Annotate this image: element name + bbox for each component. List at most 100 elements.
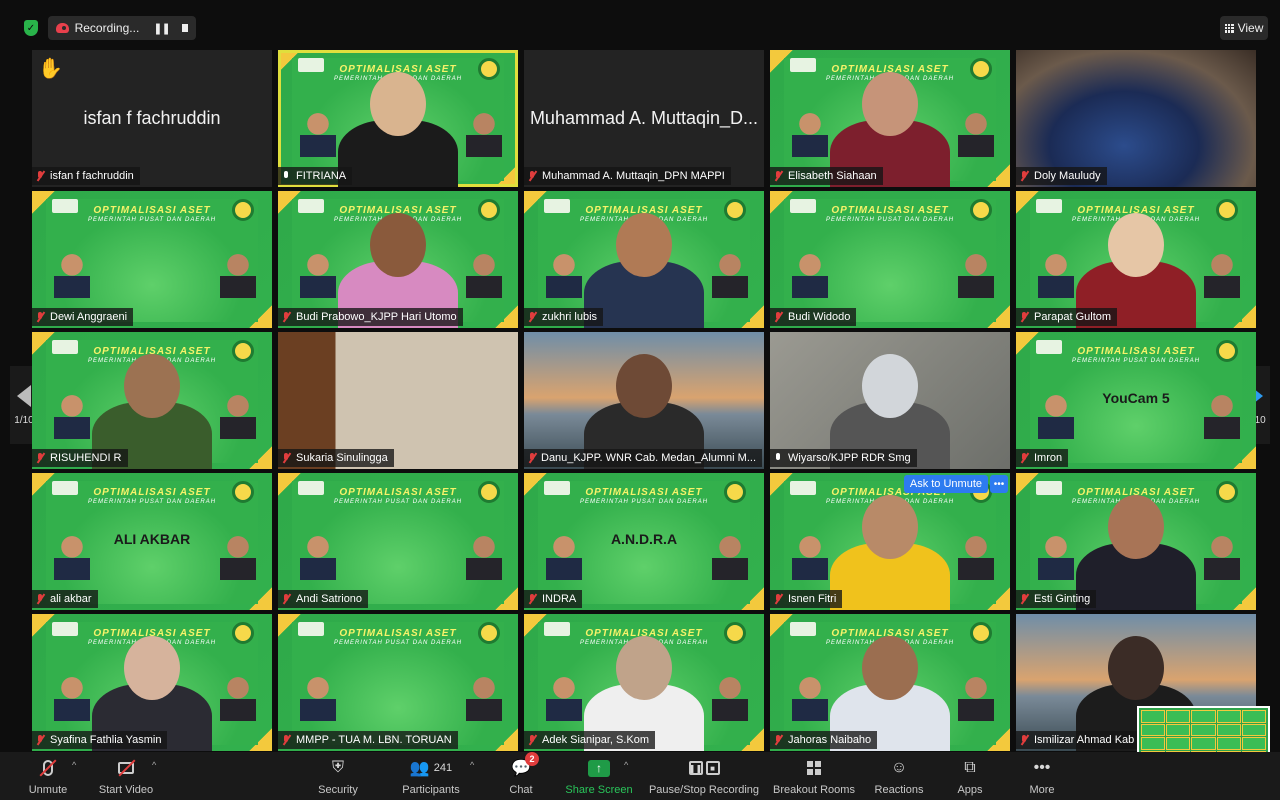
unmute-button[interactable]: Unmute xyxy=(22,756,74,800)
reactions-label: Reactions xyxy=(874,784,924,796)
video-tile[interactable]: OPTIMALISASI ASETPEMERINTAH PUSAT DAN DA… xyxy=(278,191,518,328)
video-tile[interactable]: OPTIMALISASI ASETPEMERINTAH PUSAT DAN DA… xyxy=(770,473,1010,610)
more-label: More xyxy=(1029,784,1055,796)
participant-name-tag: Doly Mauludy xyxy=(1016,167,1107,185)
grid-view-icon xyxy=(1224,23,1234,33)
slide-speaker-photo xyxy=(466,111,502,157)
video-tile[interactable]: OPTIMALISASI ASETPEMERINTAH PUSAT DAN DA… xyxy=(524,473,764,610)
video-tile[interactable]: OPTIMALISASI ASETPEMERINTAH PUSAT DAN DA… xyxy=(524,614,764,751)
recording-indicator[interactable]: Recording... ❚❚ xyxy=(48,16,196,40)
video-tile[interactable]: OPTIMALISASI ASETPEMERINTAH PUSAT DAN DA… xyxy=(770,614,1010,751)
participant-face xyxy=(616,354,672,418)
tile-overlay-text: A.N.D.R.A xyxy=(610,531,678,547)
video-tile[interactable]: OPTIMALISASI ASETPEMERINTAH PUSAT DAN DA… xyxy=(1016,332,1256,469)
security-shield-icon[interactable]: ✓ xyxy=(24,20,38,36)
view-button[interactable]: View xyxy=(1220,16,1268,40)
slide-subtitle: PEMERINTAH PUSAT DAN DAERAH xyxy=(825,217,955,223)
participant-name: Dewi Anggraeni xyxy=(50,311,128,323)
slide-speaker-photo xyxy=(958,252,994,298)
microphone-muted-icon xyxy=(1019,170,1029,182)
slide-speaker-photo xyxy=(1204,252,1240,298)
participant-face xyxy=(616,636,672,700)
video-tile[interactable]: OPTIMALISASI ASETPEMERINTAH PUSAT DAN DA… xyxy=(278,50,518,187)
slide-speaker-photo xyxy=(1038,252,1074,298)
slide-subtitle: PEMERINTAH PUSAT DAN DAERAH xyxy=(87,499,217,505)
video-tile[interactable]: OPTIMALISASI ASETPEMERINTAH PUSAT DAN DA… xyxy=(32,473,272,610)
microphone-muted-icon xyxy=(35,593,45,605)
video-tile[interactable]: OPTIMALISASI ASETPEMERINTAH PUSAT DAN DA… xyxy=(770,191,1010,328)
video-tile[interactable]: OPTIMALISASI ASETPEMERINTAH PUSAT DAN DA… xyxy=(1016,473,1256,610)
participant-name-tag: Sukaria Sinulingga xyxy=(278,449,394,467)
participants-options-caret[interactable]: ^ xyxy=(470,760,474,770)
video-tile[interactable]: OPTIMALISASI ASETPEMERINTAH PUSAT DAN DA… xyxy=(524,191,764,328)
slide-title: OPTIMALISASI ASET xyxy=(93,205,211,216)
slide-speaker-photo xyxy=(220,675,256,721)
video-tile[interactable]: Sukaria Sinulingga xyxy=(278,332,518,469)
audio-options-caret[interactable]: ^ xyxy=(72,760,76,770)
video-tile[interactable]: OPTIMALISASI ASETPEMERINTAH PUSAT DAN DA… xyxy=(1016,191,1256,328)
apps-label: Apps xyxy=(957,784,983,796)
video-tile[interactable]: isfan f fachruddin ✋ isfan f fachruddin xyxy=(32,50,272,187)
video-tile[interactable]: Doly Mauludy xyxy=(1016,50,1256,187)
slide-speaker-photo xyxy=(466,252,502,298)
microphone-muted-icon xyxy=(527,734,537,746)
video-tile[interactable]: Muhammad A. Muttaqin_D... Muhammad A. Mut… xyxy=(524,50,764,187)
video-tile[interactable]: OPTIMALISASI ASETPEMERINTAH PUSAT DAN DA… xyxy=(32,191,272,328)
participant-name-tag: MMPP - TUA M. LBN. TORUAN xyxy=(278,731,458,749)
share-options-caret[interactable]: ^ xyxy=(624,760,628,770)
reactions-button[interactable]: ☺ Reactions xyxy=(872,756,926,800)
participants-button[interactable]: 👥 241 Participants xyxy=(398,756,464,800)
security-button[interactable]: ⛨ Security xyxy=(314,756,362,800)
more-button[interactable]: ••• More xyxy=(1028,756,1056,800)
slide-speaker-photo xyxy=(54,675,90,721)
slide-speaker-photo xyxy=(792,252,828,298)
slide-speaker-photo xyxy=(300,675,336,721)
slide-speaker-photo xyxy=(466,675,502,721)
video-tile[interactable]: OPTIMALISASI ASETPEMERINTAH PUSAT DAN DA… xyxy=(770,50,1010,187)
slide-speaker-photo xyxy=(712,252,748,298)
tile-overlay-text: ALI AKBAR xyxy=(113,531,191,547)
security-label: Security xyxy=(318,784,358,796)
slide-speaker-photo xyxy=(792,534,828,580)
participant-name: Doly Mauludy xyxy=(1034,170,1101,182)
pause-recording-icon[interactable]: ❚❚ xyxy=(153,22,170,35)
participant-name: zukhri lubis xyxy=(542,311,598,323)
video-tile[interactable]: OPTIMALISASI ASETPEMERINTAH PUSAT DAN DA… xyxy=(32,614,272,751)
chat-button[interactable]: 💬 2 Chat xyxy=(506,752,539,800)
participant-face xyxy=(862,495,918,559)
microphone-muted-icon xyxy=(527,170,537,182)
pause-stop-recording-button[interactable]: ❚❚ ■ Pause/Stop Recording xyxy=(646,756,762,800)
video-tile[interactable]: OPTIMALISASI ASETPEMERINTAH PUSAT DAN DA… xyxy=(278,473,518,610)
breakout-rooms-button[interactable]: Breakout Rooms xyxy=(772,756,856,800)
participant-name-tag: FITRIANA xyxy=(278,167,353,185)
slide-speaker-photo xyxy=(220,393,256,439)
stop-recording-icon[interactable] xyxy=(181,24,188,32)
chat-unread-badge: 2 xyxy=(524,752,539,766)
slide-speaker-photo xyxy=(54,252,90,298)
ask-to-unmute-button[interactable]: Ask to Unmute xyxy=(903,475,988,493)
slide-speaker-photo xyxy=(546,252,582,298)
participant-name-tag: Imron xyxy=(1016,449,1069,467)
video-tile[interactable]: Wiyarso/KJPP RDR Smg xyxy=(770,332,1010,469)
participant-face xyxy=(862,636,918,700)
start-video-button[interactable]: Start Video xyxy=(96,756,156,800)
video-tile[interactable]: OPTIMALISASI ASETPEMERINTAH PUSAT DAN DA… xyxy=(278,614,518,751)
participant-name-tag: ali akbar xyxy=(32,590,98,608)
slide-speaker-photo xyxy=(1038,534,1074,580)
participant-name: Esti Ginting xyxy=(1034,593,1091,605)
video-options-caret[interactable]: ^ xyxy=(152,760,156,770)
participant-name: Elisabeth Siahaan xyxy=(788,170,877,182)
slide-subtitle: PEMERINTAH PUSAT DAN DAERAH xyxy=(333,640,463,646)
apps-button[interactable]: ⧉ Apps xyxy=(956,756,984,800)
participant-name-tag: Muhammad A. Muttaqin_DPN MAPPI xyxy=(524,167,731,185)
slide-speaker-photo xyxy=(300,111,336,157)
slide-speaker-photo xyxy=(546,675,582,721)
participant-face xyxy=(124,354,180,418)
video-tile[interactable]: OPTIMALISASI ASETPEMERINTAH PUSAT DAN DA… xyxy=(32,332,272,469)
slide-title: OPTIMALISASI ASET xyxy=(93,487,211,498)
tile-more-options-button[interactable]: ••• xyxy=(990,475,1008,493)
participant-name: INDRA xyxy=(542,593,577,605)
microphone-muted-icon xyxy=(527,452,536,464)
video-tile[interactable]: Danu_KJPP. WNR Cab. Medan_Alumni M... xyxy=(524,332,764,469)
slide-speaker-photo xyxy=(958,111,994,157)
